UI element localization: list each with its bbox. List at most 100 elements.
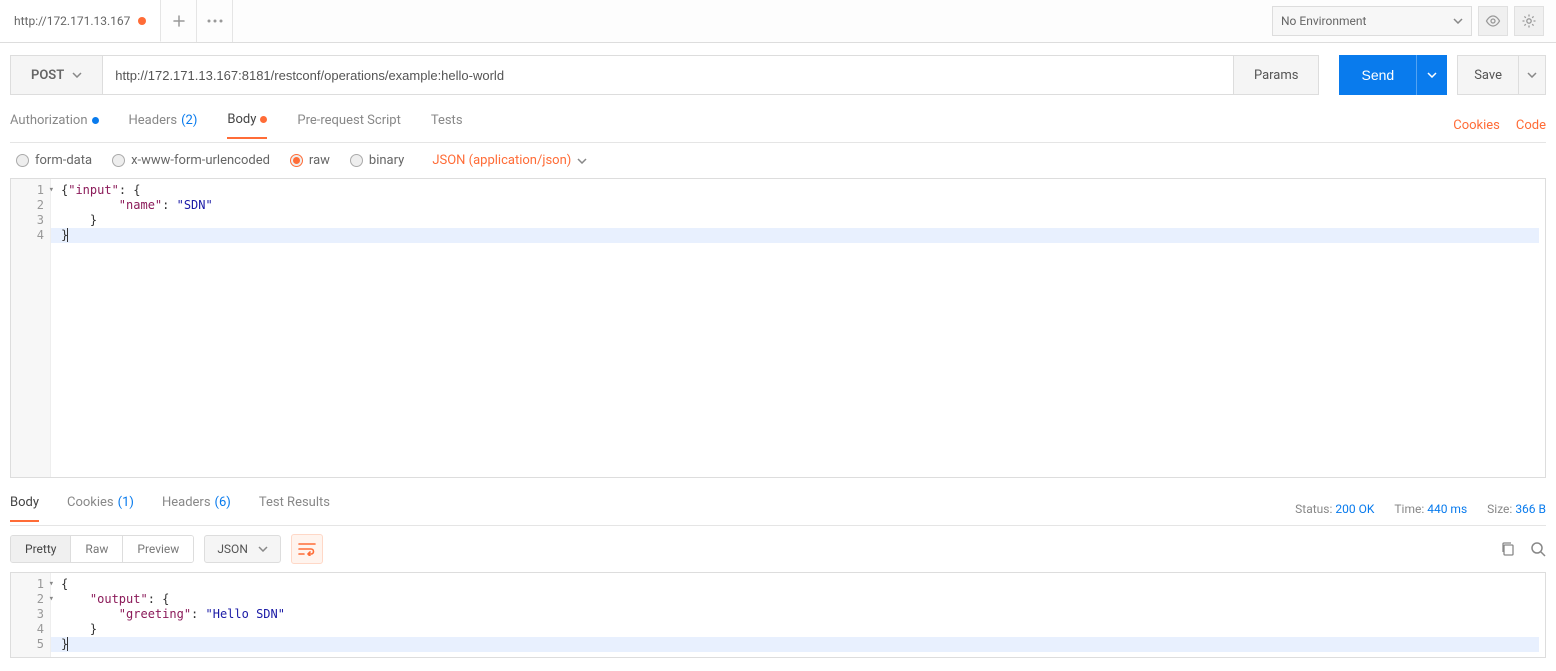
radio-icon [290,154,303,167]
code-link[interactable]: Code [1516,118,1546,133]
http-method-select[interactable]: POST [11,56,103,94]
environment-selected-label: No Environment [1281,14,1366,28]
view-mode-group: Pretty Raw Preview [10,535,194,563]
indicator-dot-icon [260,116,267,123]
save-options-button[interactable] [1518,56,1545,94]
chevron-down-icon [1453,18,1463,24]
request-tab-title: http://172.171.13.167 [14,14,130,28]
response-tab-headers[interactable]: Headers (6) [162,495,231,522]
radio-binary[interactable]: binary [350,153,404,168]
chevron-down-icon [1527,72,1537,78]
code-token: : [162,198,176,212]
ellipsis-icon [207,19,223,23]
request-body-editor[interactable]: 1 2 3 4 {"input": { "name": "SDN" } } [10,178,1546,478]
code-token: : { [119,183,141,197]
code-token: "input" [68,183,119,197]
body-type-row: form-data x-www-form-urlencoded raw bina… [0,143,1556,178]
request-tabs-row: Authorization Headers (2) Body Pre-reque… [10,109,1546,143]
code-token: } [61,622,97,636]
status-value: 200 OK [1335,502,1374,516]
tab-prerequest[interactable]: Pre-request Script [297,112,400,139]
response-tab-cookies-count: (1) [118,495,134,512]
size-value: 366 B [1515,502,1546,516]
request-tab[interactable]: http://172.171.13.167 [0,0,161,42]
response-tab-body[interactable]: Body [10,495,39,522]
chevron-down-icon [577,158,587,164]
response-tab-cookies[interactable]: Cookies (1) [67,495,134,522]
line-number: 3 [11,213,46,228]
line-number: 2 [11,592,46,607]
tab-prerequest-label: Pre-request Script [297,113,400,128]
view-raw-button[interactable]: Raw [70,536,122,562]
send-button[interactable]: Send [1339,55,1447,95]
save-label: Save [1458,56,1518,94]
tab-authorization[interactable]: Authorization [10,112,99,139]
chevron-down-icon [72,72,82,78]
editor-code[interactable]: { "output": { "greeting": "Hello SDN" } … [51,573,1545,657]
unsaved-indicator-icon [138,17,146,25]
tab-options-button[interactable] [197,0,233,42]
response-meta: Status: 200 OK Time: 440 ms Size: 366 B [1295,502,1546,516]
url-input[interactable] [103,56,1233,94]
response-format-select[interactable]: JSON [204,535,281,563]
content-type-select[interactable]: JSON (application/json) [432,153,587,168]
code-token: } [61,213,97,227]
request-url-bar: POST Params [10,55,1319,95]
response-tab-body-label: Body [10,495,39,510]
line-number: 4 [11,622,46,637]
line-number: 1 [11,577,46,592]
settings-button[interactable] [1514,6,1544,36]
time-value: 440 ms [1427,502,1467,516]
radio-binary-label: binary [369,153,404,168]
environment-preview-button[interactable] [1478,6,1508,36]
code-token: : { [148,592,170,606]
view-preview-button[interactable]: Preview [122,536,193,562]
eye-icon [1485,15,1501,27]
status-label: Status: [1295,502,1332,516]
new-tab-button[interactable] [161,0,197,42]
response-tabs-row: Body Cookies (1) Headers (6) Test Result… [10,492,1546,526]
radio-raw-label: raw [309,153,330,168]
code-token: "Hello SDN" [206,607,285,621]
radio-urlencoded[interactable]: x-www-form-urlencoded [112,153,270,168]
code-token: "SDN" [177,198,213,212]
view-pretty-button[interactable]: Pretty [11,536,70,562]
response-tab-cookies-label: Cookies [67,495,114,512]
params-label: Params [1254,68,1299,83]
response-controls: Pretty Raw Preview JSON [0,526,1556,572]
response-body-editor[interactable]: 1 2 3 4 5 { "output": { "greeting": "Hel… [10,572,1546,658]
code-token: : [191,607,205,621]
response-tab-headers-count: (6) [215,495,231,512]
tab-authorization-label: Authorization [10,113,88,128]
code-token: { [61,577,68,591]
response-tab-tests[interactable]: Test Results [259,495,330,522]
radio-raw[interactable]: raw [290,153,330,168]
send-options-button[interactable] [1416,55,1447,95]
environment-select[interactable]: No Environment [1272,6,1472,36]
top-bar: http://172.171.13.167 No Environment [0,0,1556,43]
word-wrap-button[interactable] [291,534,323,564]
cookies-link[interactable]: Cookies [1453,118,1500,133]
response-tab-headers-label: Headers [162,495,211,512]
wrap-icon [298,542,316,556]
line-number: 3 [11,607,46,622]
line-number: 4 [11,228,46,243]
radio-form-data[interactable]: form-data [16,153,92,168]
chevron-down-icon [258,546,268,552]
plus-icon [173,15,185,27]
search-icon[interactable] [1530,541,1546,557]
tab-body[interactable]: Body [227,112,267,139]
gear-icon [1521,13,1537,29]
tab-tests[interactable]: Tests [431,112,463,139]
params-button[interactable]: Params [1233,56,1319,94]
editor-gutter: 1 2 3 4 5 [11,573,51,657]
radio-urlencoded-label: x-www-form-urlencoded [131,153,270,168]
copy-icon[interactable] [1500,541,1516,557]
line-number: 5 [11,637,46,652]
request-tabs-strip: http://172.171.13.167 [0,0,233,42]
tab-headers[interactable]: Headers (2) [129,112,198,139]
send-label: Send [1339,55,1416,95]
save-button[interactable]: Save [1457,55,1546,95]
editor-code[interactable]: {"input": { "name": "SDN" } } [51,179,1545,477]
editor-gutter: 1 2 3 4 [11,179,51,477]
